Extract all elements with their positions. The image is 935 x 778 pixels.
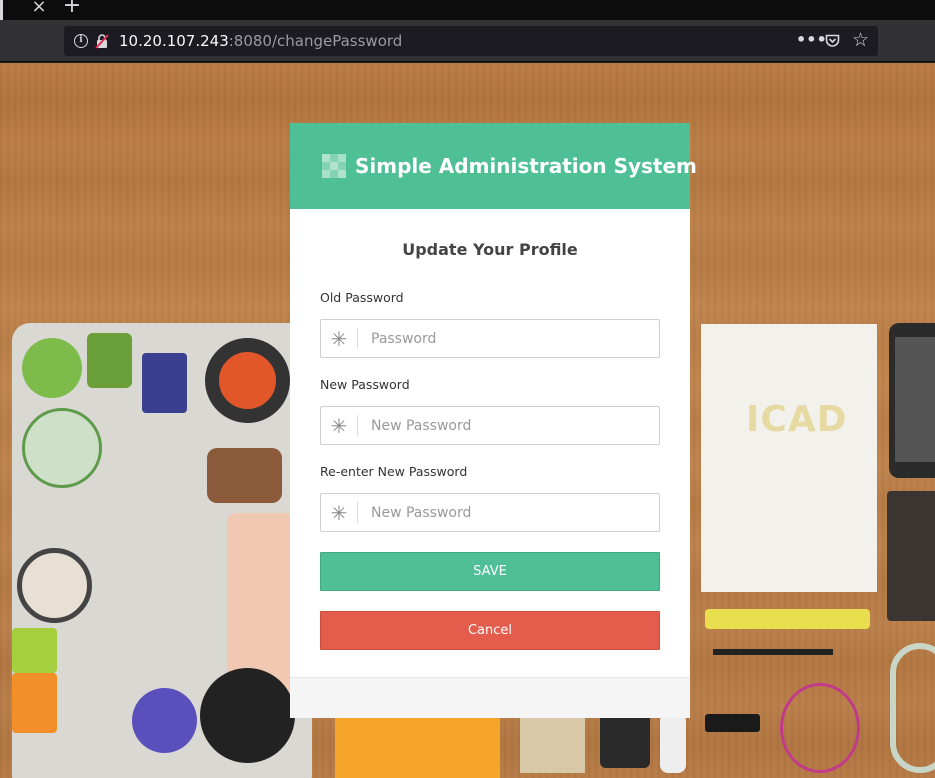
old-password-group: ✳ [320,319,660,358]
sticker [12,673,57,733]
asterisk-icon: ✳ [330,501,348,525]
insecure-lock-icon[interactable] [95,33,109,49]
sticker [132,688,197,753]
new-tab-icon[interactable]: + [62,0,82,17]
sticker [17,548,92,623]
sticker [22,408,102,488]
tab-bar: × + [0,0,935,20]
laptop-with-stickers [12,323,312,778]
input-divider [357,502,358,523]
cancel-button[interactable]: Cancel [320,611,660,650]
confirm-password-group: ✳ [320,493,660,532]
sticker [207,448,282,503]
card-header: Simple Administration System [290,123,697,209]
confirm-password-label: Re-enter New Password [320,464,468,479]
save-button[interactable]: SAVE [320,552,660,591]
sticker [22,338,82,398]
phone [889,323,935,478]
old-password-input[interactable] [361,320,651,357]
bookmark-star-icon[interactable]: ☆ [852,29,869,51]
profile-form: Update Your Profile Old Password ✳ New P… [290,209,690,650]
carabiner [890,643,935,773]
brand-logo-icon [322,154,346,178]
hex-key [713,649,833,655]
pen [660,713,686,773]
url-text[interactable]: 10.20.107.243:8080/changePassword [119,32,402,50]
navigation-bar: i 10.20.107.243:8080/changePassword ••• … [0,20,935,62]
dark-object [600,713,650,768]
site-info-icon[interactable]: i [74,34,88,48]
sticker [200,668,295,763]
url-host: 10.20.107.243 [119,32,229,50]
app-title: Simple Administration System [355,154,697,178]
sticker [12,628,57,673]
active-tab-edge[interactable] [0,0,3,20]
notebook-logo: ICAD [746,399,848,440]
utility-knife [705,609,870,629]
url-path: :8080/changePassword [228,32,403,50]
page-actions-icon[interactable]: ••• [796,30,827,49]
asterisk-icon: ✳ [330,414,348,438]
form-title: Update Your Profile [402,240,578,259]
change-password-card: Simple Administration System Update Your… [290,123,697,718]
input-divider [357,415,358,436]
new-password-label: New Password [320,377,410,392]
new-password-input[interactable] [361,407,651,444]
new-password-group: ✳ [320,406,660,445]
card-footer [290,677,690,718]
notebook: ICAD [701,324,877,592]
orange-card [335,713,500,778]
input-divider [357,328,358,349]
sticker [87,333,132,388]
cable-loop [780,683,860,773]
sticker [142,353,187,413]
old-password-label: Old Password [320,290,404,305]
gear-sticker [205,338,290,423]
asterisk-icon: ✳ [330,327,348,351]
pocket-icon[interactable] [825,34,840,48]
address-bar[interactable]: i 10.20.107.243:8080/changePassword ••• … [64,26,878,56]
phone-screen [895,337,935,462]
wallet [887,491,935,621]
close-tab-icon[interactable]: × [29,0,49,18]
tan-box [520,713,585,773]
confirm-password-input[interactable] [361,494,651,531]
usb-drive [705,714,760,732]
